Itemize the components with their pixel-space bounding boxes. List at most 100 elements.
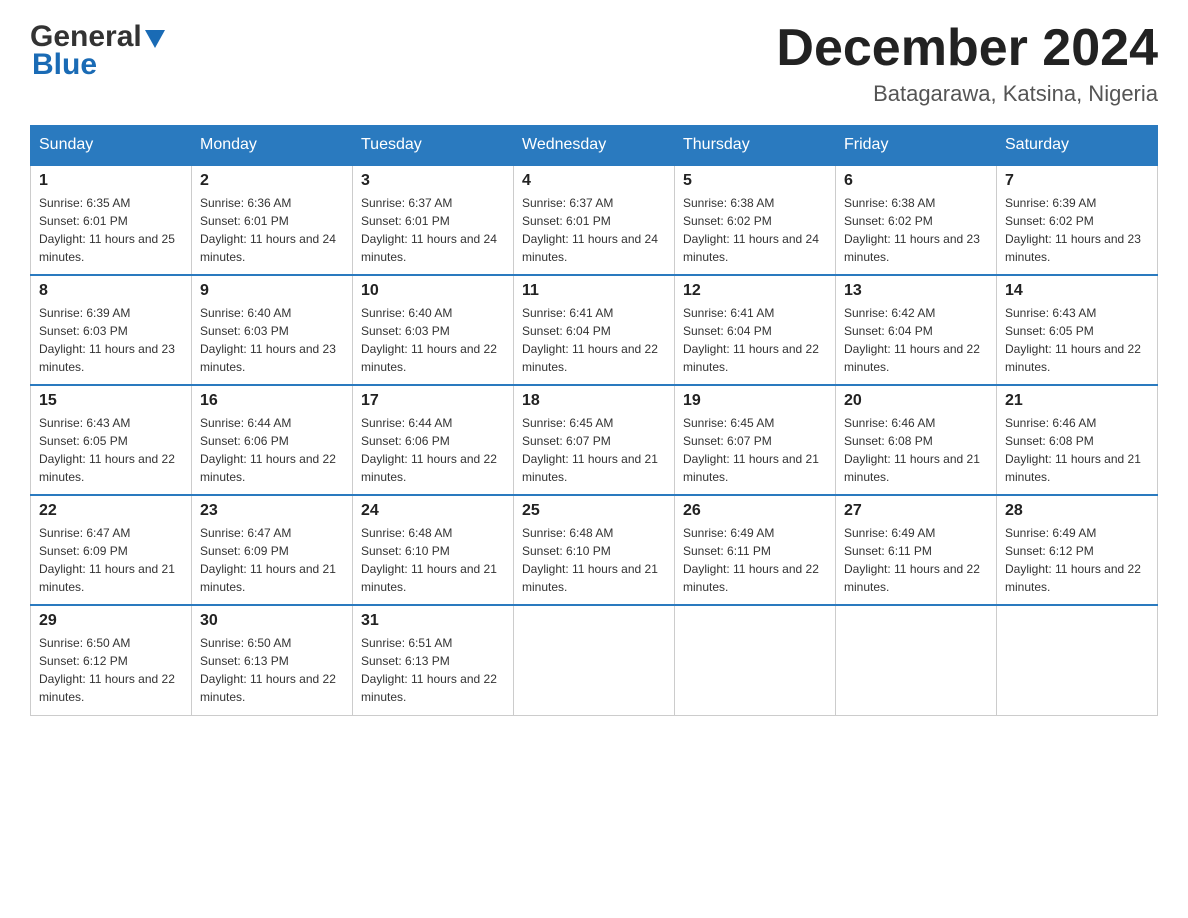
day-number: 10 (361, 282, 505, 300)
day-cell: 29 Sunrise: 6:50 AMSunset: 6:12 PMDaylig… (31, 605, 192, 715)
month-year-title: December 2024 (776, 20, 1158, 77)
header-row: Sunday Monday Tuesday Wednesday Thursday… (31, 126, 1158, 166)
week-row-2: 8 Sunrise: 6:39 AMSunset: 6:03 PMDayligh… (31, 275, 1158, 385)
day-cell: 17 Sunrise: 6:44 AMSunset: 6:06 PMDaylig… (353, 385, 514, 495)
day-info: Sunrise: 6:48 AMSunset: 6:10 PMDaylight:… (361, 526, 497, 594)
day-info: Sunrise: 6:47 AMSunset: 6:09 PMDaylight:… (200, 526, 336, 594)
day-info: Sunrise: 6:45 AMSunset: 6:07 PMDaylight:… (522, 416, 658, 484)
page-header: General Blue December 2024 Batagarawa, K… (30, 20, 1158, 107)
day-number: 8 (39, 282, 183, 300)
day-number: 17 (361, 392, 505, 410)
day-number: 9 (200, 282, 344, 300)
day-info: Sunrise: 6:50 AMSunset: 6:12 PMDaylight:… (39, 636, 175, 704)
day-number: 1 (39, 172, 183, 190)
day-cell: 26 Sunrise: 6:49 AMSunset: 6:11 PMDaylig… (675, 495, 836, 605)
day-info: Sunrise: 6:41 AMSunset: 6:04 PMDaylight:… (522, 306, 658, 374)
day-info: Sunrise: 6:39 AMSunset: 6:03 PMDaylight:… (39, 306, 175, 374)
day-number: 25 (522, 502, 666, 520)
day-number: 21 (1005, 392, 1149, 410)
header-monday: Monday (192, 126, 353, 166)
day-info: Sunrise: 6:50 AMSunset: 6:13 PMDaylight:… (200, 636, 336, 704)
location-subtitle: Batagarawa, Katsina, Nigeria (776, 81, 1158, 107)
day-number: 5 (683, 172, 827, 190)
day-number: 6 (844, 172, 988, 190)
day-info: Sunrise: 6:45 AMSunset: 6:07 PMDaylight:… (683, 416, 819, 484)
header-saturday: Saturday (997, 126, 1158, 166)
day-info: Sunrise: 6:40 AMSunset: 6:03 PMDaylight:… (361, 306, 497, 374)
day-number: 27 (844, 502, 988, 520)
day-number: 23 (200, 502, 344, 520)
day-number: 15 (39, 392, 183, 410)
day-cell: 7 Sunrise: 6:39 AMSunset: 6:02 PMDayligh… (997, 165, 1158, 275)
day-number: 26 (683, 502, 827, 520)
day-cell: 31 Sunrise: 6:51 AMSunset: 6:13 PMDaylig… (353, 605, 514, 715)
day-info: Sunrise: 6:43 AMSunset: 6:05 PMDaylight:… (39, 416, 175, 484)
day-cell: 18 Sunrise: 6:45 AMSunset: 6:07 PMDaylig… (514, 385, 675, 495)
day-number: 3 (361, 172, 505, 190)
day-info: Sunrise: 6:44 AMSunset: 6:06 PMDaylight:… (200, 416, 336, 484)
day-cell: 6 Sunrise: 6:38 AMSunset: 6:02 PMDayligh… (836, 165, 997, 275)
week-row-5: 29 Sunrise: 6:50 AMSunset: 6:12 PMDaylig… (31, 605, 1158, 715)
day-cell: 2 Sunrise: 6:36 AMSunset: 6:01 PMDayligh… (192, 165, 353, 275)
day-info: Sunrise: 6:49 AMSunset: 6:12 PMDaylight:… (1005, 526, 1141, 594)
logo-blue-label: Blue (30, 48, 97, 82)
day-number: 30 (200, 612, 344, 630)
day-number: 12 (683, 282, 827, 300)
day-cell: 16 Sunrise: 6:44 AMSunset: 6:06 PMDaylig… (192, 385, 353, 495)
day-cell: 24 Sunrise: 6:48 AMSunset: 6:10 PMDaylig… (353, 495, 514, 605)
day-cell: 3 Sunrise: 6:37 AMSunset: 6:01 PMDayligh… (353, 165, 514, 275)
day-cell: 8 Sunrise: 6:39 AMSunset: 6:03 PMDayligh… (31, 275, 192, 385)
day-cell: 19 Sunrise: 6:45 AMSunset: 6:07 PMDaylig… (675, 385, 836, 495)
day-cell: 5 Sunrise: 6:38 AMSunset: 6:02 PMDayligh… (675, 165, 836, 275)
day-info: Sunrise: 6:49 AMSunset: 6:11 PMDaylight:… (844, 526, 980, 594)
day-info: Sunrise: 6:47 AMSunset: 6:09 PMDaylight:… (39, 526, 175, 594)
day-number: 7 (1005, 172, 1149, 190)
week-row-3: 15 Sunrise: 6:43 AMSunset: 6:05 PMDaylig… (31, 385, 1158, 495)
day-info: Sunrise: 6:44 AMSunset: 6:06 PMDaylight:… (361, 416, 497, 484)
day-number: 16 (200, 392, 344, 410)
header-thursday: Thursday (675, 126, 836, 166)
day-number: 22 (39, 502, 183, 520)
header-wednesday: Wednesday (514, 126, 675, 166)
day-info: Sunrise: 6:49 AMSunset: 6:11 PMDaylight:… (683, 526, 819, 594)
calendar-table: Sunday Monday Tuesday Wednesday Thursday… (30, 125, 1158, 716)
day-cell: 14 Sunrise: 6:43 AMSunset: 6:05 PMDaylig… (997, 275, 1158, 385)
day-info: Sunrise: 6:38 AMSunset: 6:02 PMDaylight:… (683, 196, 819, 264)
day-info: Sunrise: 6:37 AMSunset: 6:01 PMDaylight:… (522, 196, 658, 264)
day-cell: 28 Sunrise: 6:49 AMSunset: 6:12 PMDaylig… (997, 495, 1158, 605)
day-number: 28 (1005, 502, 1149, 520)
day-cell: 10 Sunrise: 6:40 AMSunset: 6:03 PMDaylig… (353, 275, 514, 385)
header-sunday: Sunday (31, 126, 192, 166)
day-number: 24 (361, 502, 505, 520)
day-info: Sunrise: 6:46 AMSunset: 6:08 PMDaylight:… (1005, 416, 1141, 484)
day-number: 2 (200, 172, 344, 190)
day-info: Sunrise: 6:38 AMSunset: 6:02 PMDaylight:… (844, 196, 980, 264)
day-number: 19 (683, 392, 827, 410)
day-cell (997, 605, 1158, 715)
day-number: 11 (522, 282, 666, 300)
day-info: Sunrise: 6:51 AMSunset: 6:13 PMDaylight:… (361, 636, 497, 704)
day-cell: 22 Sunrise: 6:47 AMSunset: 6:09 PMDaylig… (31, 495, 192, 605)
day-cell: 25 Sunrise: 6:48 AMSunset: 6:10 PMDaylig… (514, 495, 675, 605)
day-number: 4 (522, 172, 666, 190)
day-info: Sunrise: 6:39 AMSunset: 6:02 PMDaylight:… (1005, 196, 1141, 264)
day-number: 13 (844, 282, 988, 300)
day-cell: 11 Sunrise: 6:41 AMSunset: 6:04 PMDaylig… (514, 275, 675, 385)
week-row-4: 22 Sunrise: 6:47 AMSunset: 6:09 PMDaylig… (31, 495, 1158, 605)
day-cell (836, 605, 997, 715)
day-cell: 4 Sunrise: 6:37 AMSunset: 6:01 PMDayligh… (514, 165, 675, 275)
day-number: 20 (844, 392, 988, 410)
day-cell: 15 Sunrise: 6:43 AMSunset: 6:05 PMDaylig… (31, 385, 192, 495)
day-info: Sunrise: 6:40 AMSunset: 6:03 PMDaylight:… (200, 306, 336, 374)
day-cell: 12 Sunrise: 6:41 AMSunset: 6:04 PMDaylig… (675, 275, 836, 385)
week-row-1: 1 Sunrise: 6:35 AMSunset: 6:01 PMDayligh… (31, 165, 1158, 275)
day-info: Sunrise: 6:48 AMSunset: 6:10 PMDaylight:… (522, 526, 658, 594)
logo: General Blue (30, 20, 165, 82)
day-cell: 27 Sunrise: 6:49 AMSunset: 6:11 PMDaylig… (836, 495, 997, 605)
day-info: Sunrise: 6:37 AMSunset: 6:01 PMDaylight:… (361, 196, 497, 264)
day-number: 31 (361, 612, 505, 630)
day-info: Sunrise: 6:43 AMSunset: 6:05 PMDaylight:… (1005, 306, 1141, 374)
day-cell: 21 Sunrise: 6:46 AMSunset: 6:08 PMDaylig… (997, 385, 1158, 495)
day-cell: 20 Sunrise: 6:46 AMSunset: 6:08 PMDaylig… (836, 385, 997, 495)
day-info: Sunrise: 6:42 AMSunset: 6:04 PMDaylight:… (844, 306, 980, 374)
